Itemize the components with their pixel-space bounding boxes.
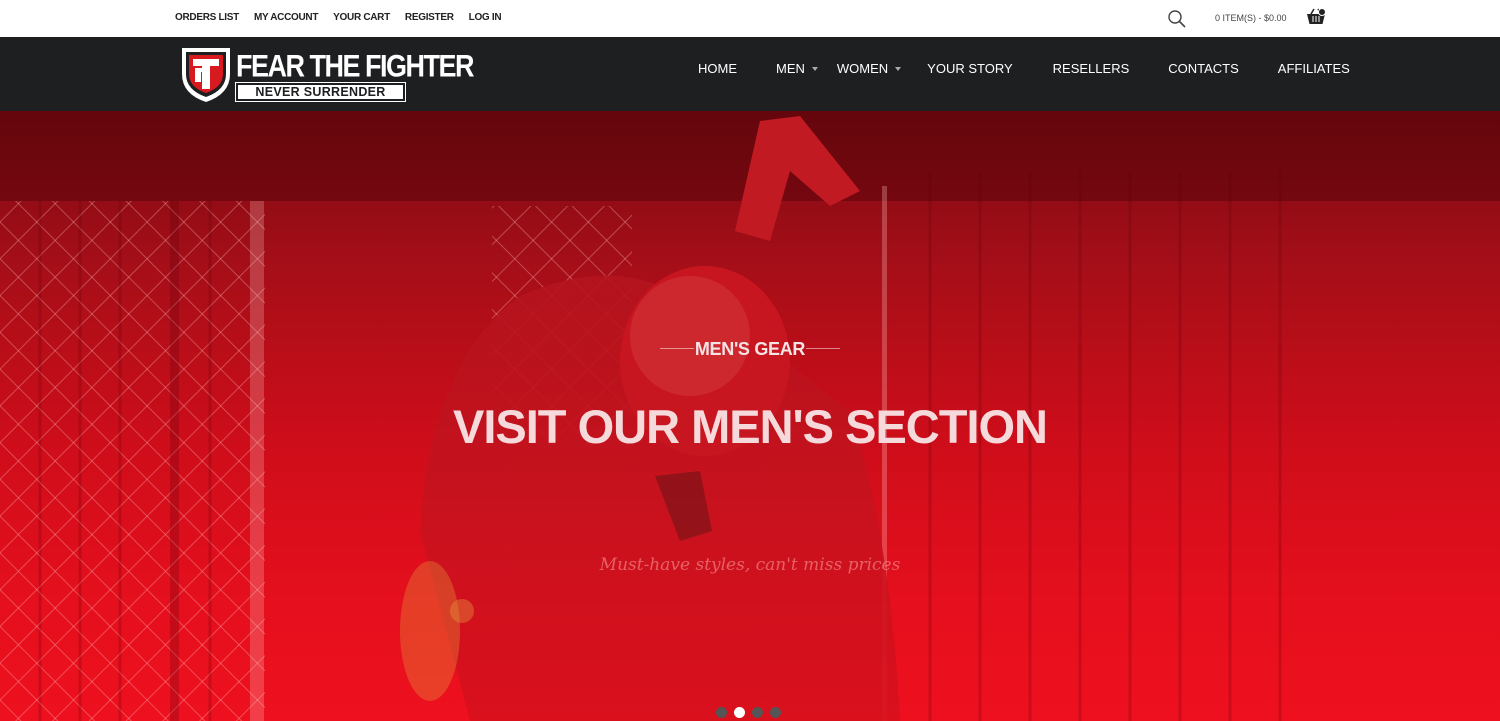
slide-dot-3[interactable] — [752, 707, 763, 718]
nav-home[interactable]: HOME — [698, 61, 737, 76]
slide-dot-4[interactable] — [770, 707, 781, 718]
nav-women[interactable]: WOMEN — [836, 61, 902, 76]
slide-dot-2[interactable] — [734, 707, 745, 718]
nav-your-story-label: YOUR STORY — [927, 61, 1013, 76]
nav-affiliates-label: AFFILIATES — [1277, 61, 1350, 76]
hero-slider[interactable]: MEN'S GEAR VISIT OUR MEN'S SECTION Must-… — [0, 111, 1500, 721]
top-utility-bar: ORDERS LIST MY ACCOUNT YOUR CART REGISTE… — [0, 0, 1500, 37]
main-navigation: HOME MEN WOMEN YOUR STORY RESELLERS CONT… — [698, 61, 1350, 76]
cart-summary[interactable]: 0 ITEM(S) - $0.00 — [1215, 13, 1287, 24]
nav-men[interactable]: MEN — [776, 61, 818, 76]
logo-slogan: NEVER SURRENDER — [235, 82, 406, 102]
nav-home-label: HOME — [698, 61, 737, 76]
chevron-down-icon — [811, 66, 818, 71]
nav-women-label: WOMEN — [836, 61, 889, 76]
my-account-link[interactable]: MY ACCOUNT — [254, 12, 319, 24]
cart-count-badge — [1318, 8, 1326, 16]
nav-contacts[interactable]: CONTACTS — [1168, 61, 1239, 76]
nav-affiliates[interactable]: AFFILIATES — [1278, 61, 1350, 76]
logo-wordmark: FEAR THE FIGHTER — [236, 49, 475, 84]
account-links: ORDERS LIST MY ACCOUNT YOUR CART REGISTE… — [175, 12, 516, 24]
orders-list-link[interactable]: ORDERS LIST — [175, 12, 239, 24]
nav-contacts-label: CONTACTS — [1168, 61, 1239, 76]
log-in-link[interactable]: LOG IN — [469, 12, 502, 24]
nav-resellers[interactable]: RESELLERS — [1053, 61, 1130, 76]
slide-dot-1[interactable] — [716, 707, 727, 718]
nav-your-story[interactable]: YOUR STORY — [927, 61, 1012, 76]
search-icon[interactable] — [1167, 9, 1187, 29]
hero-tagline: Must-have styles, can't miss prices — [599, 555, 901, 575]
nav-men-label: MEN — [776, 61, 805, 76]
chevron-down-icon — [895, 66, 902, 71]
nav-resellers-label: RESELLERS — [1052, 61, 1130, 76]
site-logo[interactable]: FEAR THE FIGHTER NEVER SURRENDER — [178, 44, 475, 104]
hero-title[interactable]: VISIT OUR MEN'S SECTION — [0, 399, 1500, 455]
main-header: FEAR THE FIGHTER NEVER SURRENDER HOME ME… — [0, 37, 1500, 111]
slider-pagination — [716, 707, 788, 718]
ftf-shield-logo-icon — [182, 48, 230, 102]
hero-subtitle: MEN'S GEAR — [694, 339, 806, 359]
your-cart-link[interactable]: YOUR CART — [333, 12, 390, 24]
register-link[interactable]: REGISTER — [405, 12, 454, 24]
subtitle-rule-right — [806, 348, 840, 349]
